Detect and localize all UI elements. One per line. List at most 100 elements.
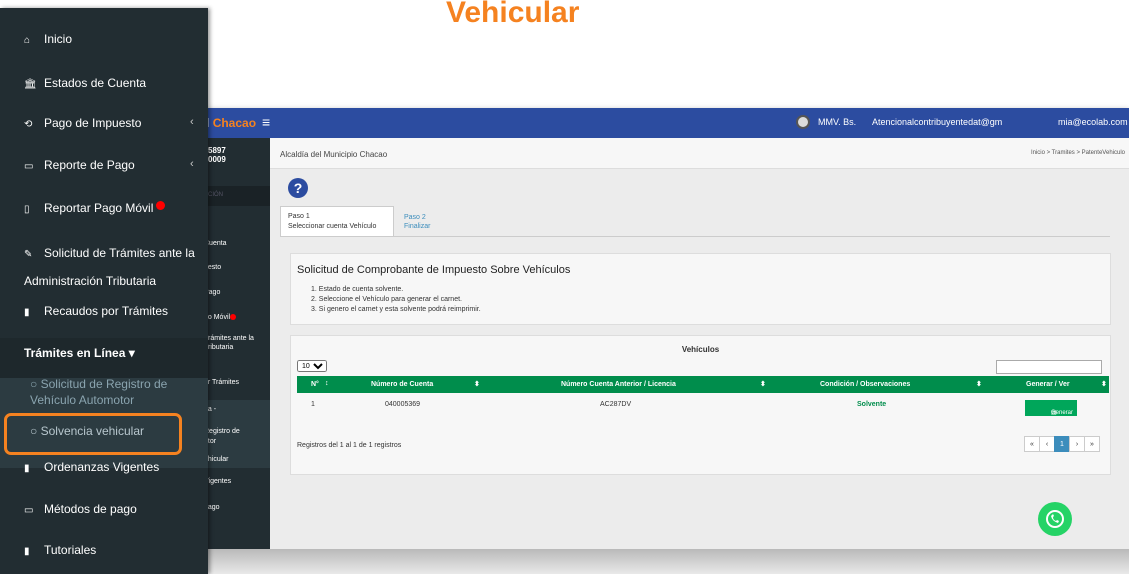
last-page-button[interactable]: » xyxy=(1084,436,1100,452)
app-side-item[interactable]: Vigentes xyxy=(204,478,231,485)
generate-button[interactable]: ▤ Generar xyxy=(1025,400,1077,416)
section-header-label: Trámites en Línea xyxy=(24,346,126,360)
file-icon: ▮ xyxy=(24,463,30,474)
cell-account: 040005369 xyxy=(385,401,421,408)
step-2-title: Paso 2 xyxy=(404,214,426,221)
menu-toggle-icon[interactable]: ≡ xyxy=(262,114,270,130)
app-topbar: ual Chacao ≡ MMV. Bs. Atencionalcontribu… xyxy=(178,108,1129,138)
sidebar-nav: ⌂ Inicio 🏛 Estados de Cuenta ⟲ Pago de Impu… xyxy=(0,8,208,574)
info-line: 2. Seleccione el Vehículo para generar e… xyxy=(311,296,462,303)
sidebar-item-inicio[interactable]: ⌂ Inicio xyxy=(24,32,72,46)
sidebar-item-estados[interactable]: 🏛 Estados de Cuenta xyxy=(24,76,146,90)
app-logo: 5897 0009 xyxy=(208,146,226,164)
refresh-icon: ⟲ xyxy=(24,119,33,130)
main-content: Alcaldía del Municipio Chacao Inicio > T… xyxy=(270,138,1129,550)
sort-icon[interactable]: ⬍ xyxy=(1101,380,1107,388)
user-email[interactable]: mia@ecolab.com xyxy=(1058,117,1128,127)
notification-dot xyxy=(156,201,166,210)
sidebar-item-solicitud-tramites[interactable]: ✎ Solicitud de Trámites ante la Administr… xyxy=(24,240,208,295)
mobile-icon: ▯ xyxy=(24,204,30,215)
bottom-bezel xyxy=(208,549,1129,574)
tabs-divider xyxy=(280,236,1110,237)
sort-icon[interactable]: ⬍ xyxy=(976,380,982,388)
app-side-item: Tributaria xyxy=(204,344,234,351)
contact-email[interactable]: Atencionalcontribuyentedat@gm xyxy=(872,117,1002,127)
col-header[interactable]: N° xyxy=(311,381,319,388)
info-line: 3. Si genero el carnet y esta solvente p… xyxy=(311,306,481,313)
sidebar-item-recaudos[interactable]: ▮ Recaudos por Trámites xyxy=(24,304,168,318)
page-size-select[interactable]: 10 xyxy=(297,360,327,372)
sidebar-item-label: Ordenanzas Vigentes xyxy=(44,460,160,474)
sort-icon[interactable]: ⬍ xyxy=(760,380,766,388)
card-icon: ▭ xyxy=(24,505,34,516)
next-page-button[interactable]: › xyxy=(1069,436,1085,452)
step-1-desc: Seleccionar cuenta Vehículo xyxy=(288,223,377,230)
tab-step-1[interactable]: Paso 1 Seleccionar cuenta Vehículo xyxy=(280,206,394,237)
card-icon: ▭ xyxy=(24,161,34,172)
cell-number: 1 xyxy=(311,401,315,408)
file-icon: ▮ xyxy=(24,307,30,318)
sort-icon[interactable]: ↕ xyxy=(325,380,329,387)
file-icon: ▮ xyxy=(24,546,30,557)
prev-page-button[interactable]: ‹ xyxy=(1039,436,1055,452)
sidebar-item-label: Recaudos por Trámites xyxy=(44,304,169,318)
table-row: 1 040005369 AC287DV Solvente ▤ Generar xyxy=(297,396,1109,418)
help-icon[interactable]: ? xyxy=(288,178,308,198)
sidebar-item-ordenanzas[interactable]: ▮ Ordenanzas Vigentes xyxy=(24,460,159,474)
sidebar-item-reporte-pago[interactable]: ▭ Reporte de Pago xyxy=(24,158,135,172)
sidebar-item-label: Reporte de Pago xyxy=(44,158,135,172)
vehicles-panel: Vehículos 10 N° ↕ Número de Cuenta ⬍ Núm… xyxy=(290,335,1111,475)
tab-step-2[interactable]: Paso 2 Finalizar xyxy=(404,213,430,231)
cell-condition: Solvente xyxy=(857,401,887,408)
currency-icon xyxy=(796,115,810,129)
edit-icon: ✎ xyxy=(24,249,33,260)
app-side-item[interactable]: or Trámites xyxy=(204,379,239,386)
info-panel: Solicitud de Comprobante de Impuesto Sob… xyxy=(290,253,1111,325)
sidebar-item-label: Solicitud de Trámites ante la Administra… xyxy=(24,246,195,288)
step-2-desc: Finalizar xyxy=(404,223,431,230)
sidebar-item-pago-movil[interactable]: ▯ Reportar Pago Móvil xyxy=(24,201,166,215)
vehicles-title: Vehículos xyxy=(681,345,720,354)
bank-icon: 🏛 xyxy=(24,79,37,90)
step-1-title: Paso 1 xyxy=(288,213,310,220)
background-app-window: ual Chacao ≡ MMV. Bs. Atencionalcontribu… xyxy=(178,108,1129,550)
sidebar-item-label: Inicio xyxy=(44,32,73,46)
table-search-input[interactable] xyxy=(996,360,1102,374)
sidebar-item-pago-impuesto[interactable]: ⟲ Pago de Impuesto xyxy=(24,116,141,130)
sidebar-item-label: Métodos de pago xyxy=(44,502,137,516)
sidebar-item-tutoriales[interactable]: ▮ Tutoriales xyxy=(24,543,96,557)
page-1-button[interactable]: 1 xyxy=(1054,436,1070,452)
sidebar-subitem-solvencia[interactable]: ○ Solvencia vehicular xyxy=(30,424,144,438)
sidebar-section-tramites[interactable]: Trámites en Línea ▾ xyxy=(24,346,135,360)
currency-label: MMV. Bs. xyxy=(818,117,857,127)
col-header[interactable]: Número de Cuenta xyxy=(371,381,433,388)
col-header[interactable]: Número Cuenta Anterior / Licencia xyxy=(561,381,676,388)
col-header[interactable]: Condición / Observaciones xyxy=(820,381,910,388)
circle-icon: ○ xyxy=(30,377,38,391)
municipality-title: Alcaldía del Municipio Chacao xyxy=(280,150,388,159)
cell-previous-account: AC287DV xyxy=(600,401,632,408)
sidebar-subitem-label: Solvencia vehicular xyxy=(40,424,144,438)
home-icon: ⌂ xyxy=(24,35,31,46)
caret-down-icon: ▾ xyxy=(128,346,135,360)
sidebar-subitem-label: Solicitud de Registro de Vehículo Automo… xyxy=(30,377,168,407)
app-side-item[interactable]: Trámites ante la xyxy=(204,335,254,342)
first-page-button[interactable]: « xyxy=(1024,436,1040,452)
pagination: «‹ 1 ›» xyxy=(1024,436,1100,452)
records-info: Registros del 1 al 1 de 1 registros xyxy=(297,442,402,449)
notification-dot xyxy=(230,314,237,320)
col-header[interactable]: Generar / Ver xyxy=(1026,381,1070,388)
sidebar-item-metodos-pago[interactable]: ▭ Métodos de pago xyxy=(24,502,137,516)
breadcrumb[interactable]: Inicio > Tramites > PatenteVehiculo xyxy=(1031,150,1125,156)
sidebar-item-label: Reportar Pago Móvil xyxy=(44,201,154,215)
brand-accent: Chacao xyxy=(212,116,257,130)
sidebar-subitem-registro[interactable]: ○ Solicitud de Registro de Vehículo Auto… xyxy=(30,376,208,408)
sort-icon[interactable]: ⬍ xyxy=(474,380,480,388)
app-side-item[interactable]: Registro de xyxy=(204,428,240,435)
circle-icon: ○ xyxy=(30,424,38,438)
info-title: Solicitud de Comprobante de Impuesto Sob… xyxy=(297,264,571,276)
info-line: 1. Estado de cuenta solvente. xyxy=(311,286,404,293)
chevron-left-icon: ‹ xyxy=(190,116,194,128)
whatsapp-icon[interactable] xyxy=(1038,502,1072,536)
app-side-item[interactable]: go Móvil xyxy=(204,314,237,321)
